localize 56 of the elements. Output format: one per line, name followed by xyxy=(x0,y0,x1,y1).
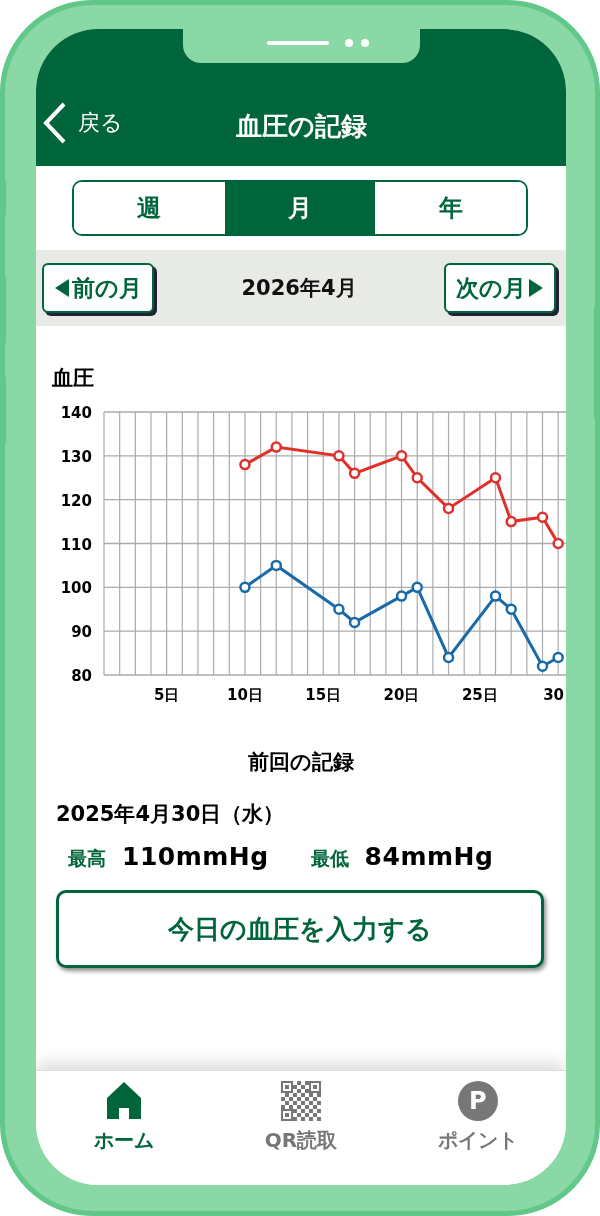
home-icon xyxy=(106,1081,143,1121)
y-axis-label: 120 xyxy=(60,491,92,510)
chart-title: 血圧 xyxy=(52,365,94,392)
data-point xyxy=(395,590,408,602)
y-axis-label: 140 xyxy=(60,404,92,422)
next-month-button[interactable]: 次の月 xyxy=(444,263,556,313)
y-axis-label: 110 xyxy=(60,535,92,554)
input-blood-pressure-button[interactable]: 今日の血圧を入力する xyxy=(56,890,544,968)
data-point xyxy=(536,511,549,523)
systolic-value: 110mmHg xyxy=(122,842,269,871)
nav-item[interactable]: P ポイント xyxy=(389,1081,566,1185)
x-axis-label: 30 xyxy=(543,686,564,704)
data-point xyxy=(411,472,423,484)
data-point xyxy=(239,458,251,471)
triangle-right-icon xyxy=(528,278,544,298)
diastolic-value: 84mmHg xyxy=(364,842,494,871)
systolic-label: 最高 xyxy=(68,846,106,871)
back-button[interactable]: 戻る xyxy=(42,102,123,144)
record-date: 2025年4月30日（水） xyxy=(56,801,285,828)
page-title: 血圧の記録 xyxy=(235,111,367,141)
data-point xyxy=(442,651,455,664)
data-point xyxy=(489,590,502,602)
data-point xyxy=(442,502,455,515)
data-point xyxy=(536,660,549,672)
data-point xyxy=(505,603,517,615)
x-axis-label: 25日 xyxy=(461,686,498,704)
x-axis-label: 5日 xyxy=(153,686,180,704)
data-point xyxy=(348,467,361,480)
x-axis-label: 15日 xyxy=(305,686,342,704)
qr-code-icon xyxy=(281,1081,321,1121)
data-point xyxy=(333,450,345,462)
section-heading: 前回の記録 xyxy=(248,749,354,776)
data-point xyxy=(270,559,282,572)
period-tab[interactable]: 月 xyxy=(224,182,376,234)
triangle-left-icon xyxy=(54,278,70,298)
data-point xyxy=(270,441,282,453)
data-point xyxy=(348,616,361,629)
chevron-left-icon xyxy=(42,102,68,144)
data-point xyxy=(411,581,423,594)
y-axis-label: 130 xyxy=(60,447,92,466)
data-point xyxy=(489,472,502,484)
nav-item[interactable]: ホーム xyxy=(36,1081,213,1185)
current-month: 2026年4月 xyxy=(241,275,357,302)
y-axis-label: 100 xyxy=(60,579,92,598)
point-icon: P xyxy=(457,1081,498,1121)
data-point xyxy=(395,450,408,462)
x-axis-label: 10日 xyxy=(227,686,263,704)
diastolic-label: 最低 xyxy=(310,846,349,871)
data-point xyxy=(505,515,517,528)
data-point xyxy=(239,581,251,594)
data-point xyxy=(333,603,345,615)
x-axis-label: 20日 xyxy=(383,686,420,704)
previous-month-button[interactable]: 前の月 xyxy=(42,263,154,313)
y-axis-label: 90 xyxy=(71,623,92,642)
nav-item[interactable]: QR読取 xyxy=(212,1081,390,1185)
y-axis-label: 80 xyxy=(71,667,92,685)
